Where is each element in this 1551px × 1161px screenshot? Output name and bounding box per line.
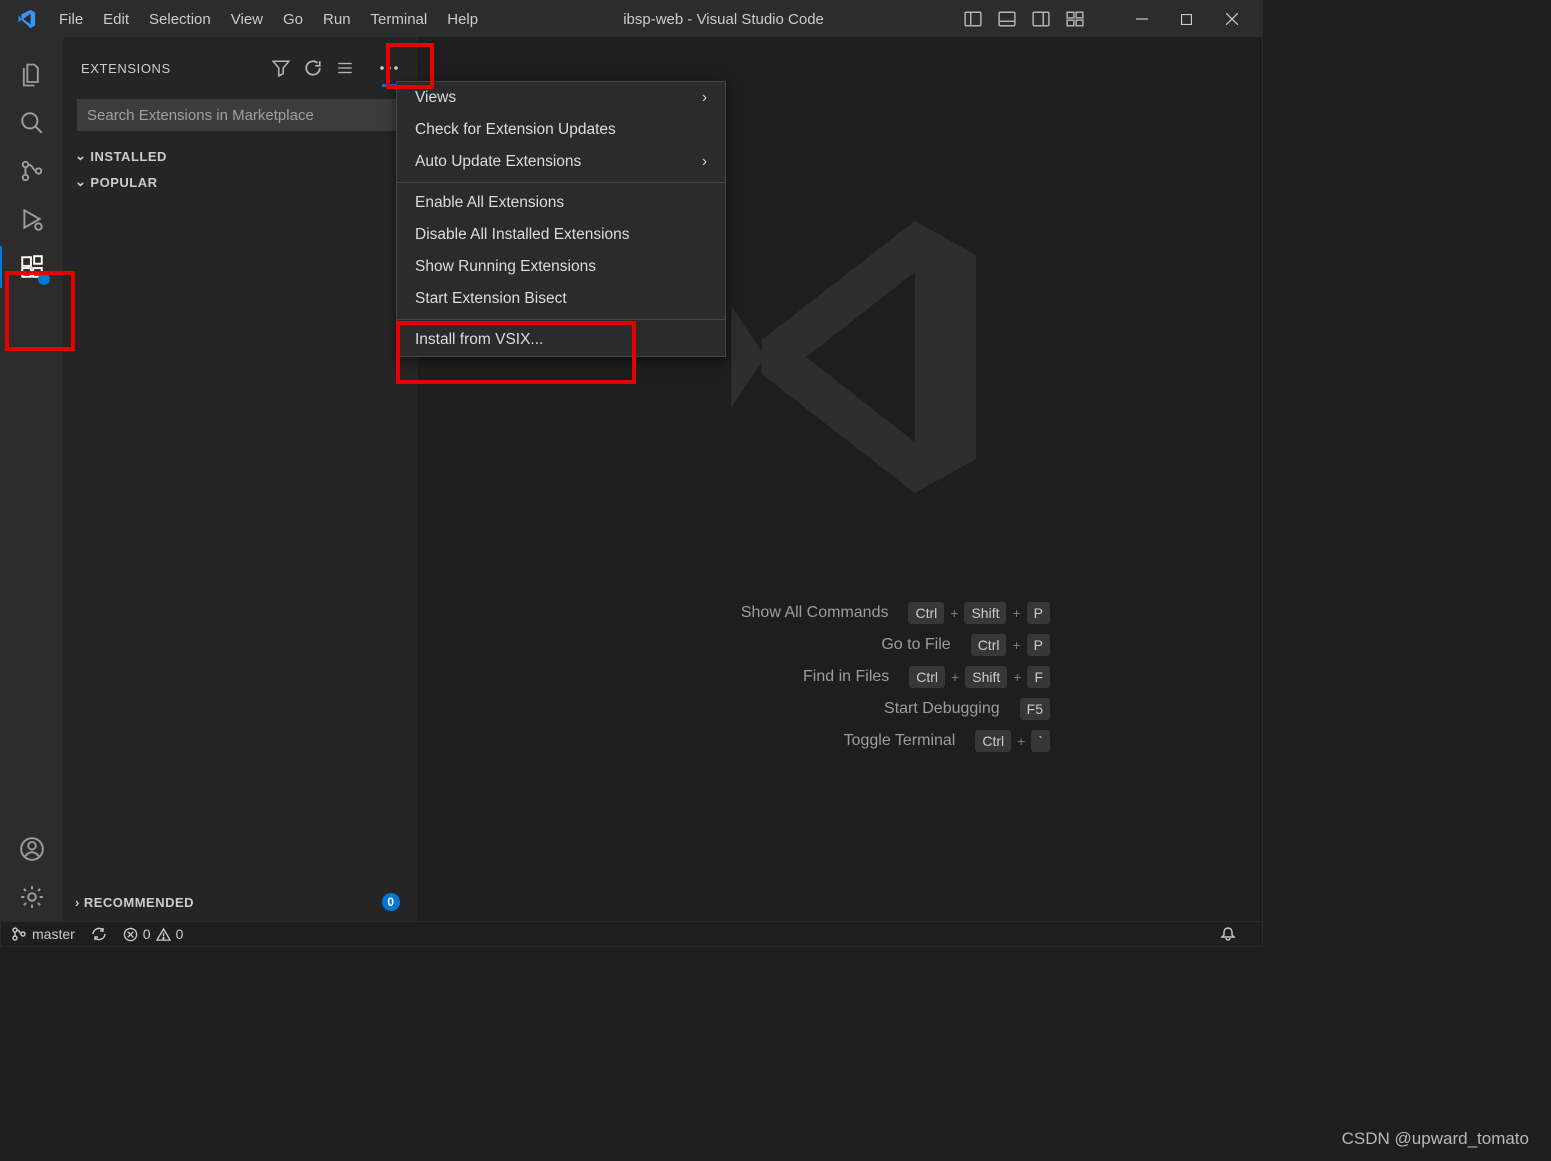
extensions-update-badge-icon (38, 273, 50, 285)
window-controls (1119, 1, 1254, 37)
cmd-find-in-files: Find in Files Ctrl+Shift+F (630, 666, 1050, 688)
activity-accounts-icon[interactable] (15, 832, 49, 866)
menu-view[interactable]: View (221, 8, 273, 31)
section-recommended-label: RECOMMENDED (84, 895, 194, 910)
menu-selection[interactable]: Selection (139, 8, 221, 31)
layout-primary-sidebar-icon[interactable] (964, 10, 982, 28)
layout-secondary-sidebar-icon[interactable] (1032, 10, 1050, 28)
menu-run[interactable]: Run (313, 8, 361, 31)
menu-help[interactable]: Help (437, 8, 488, 31)
cmd-go-to-file: Go to File Ctrl+P (630, 634, 1050, 656)
menu-edit[interactable]: Edit (93, 8, 139, 31)
status-notifications[interactable] (1220, 926, 1236, 942)
chevron-right-icon: › (75, 895, 80, 910)
chevron-right-icon: › (702, 153, 707, 171)
cmd-toggle-terminal: Toggle Terminal Ctrl+` (630, 730, 1050, 752)
chevron-down-icon: ⌄ (75, 148, 86, 164)
section-installed[interactable]: ⌄ INSTALLED (63, 143, 418, 169)
section-popular[interactable]: ⌄ POPULAR (63, 169, 418, 195)
activity-settings-icon[interactable] (15, 880, 49, 914)
more-actions-button[interactable] (376, 55, 402, 81)
chevron-right-icon: › (702, 89, 707, 107)
menu-separator (397, 182, 725, 183)
filter-icon[interactable] (272, 59, 290, 77)
cmd-show-all-commands: Show All Commands Ctrl+Shift+P (630, 602, 1050, 624)
sidepanel-title: EXTENSIONS (81, 61, 272, 76)
menu-terminal[interactable]: Terminal (361, 8, 438, 31)
menu-install-vsix[interactable]: Install from VSIX... (397, 324, 725, 356)
activity-source-control-icon[interactable] (15, 154, 49, 188)
status-branch[interactable]: master (11, 926, 75, 942)
menu-extension-bisect[interactable]: Start Extension Bisect (397, 283, 725, 315)
title-layout-controls (959, 10, 1089, 28)
search-extensions-input[interactable] (77, 99, 404, 131)
titlebar: File Edit Selection View Go Run Terminal… (1, 1, 1262, 37)
activity-explorer-icon[interactable] (15, 58, 49, 92)
section-popular-label: POPULAR (90, 175, 157, 190)
activity-extensions-icon[interactable] (15, 250, 49, 284)
menu-file[interactable]: File (49, 8, 93, 31)
activity-run-debug-icon[interactable] (15, 202, 49, 236)
activity-bar (1, 37, 63, 921)
section-installed-label: INSTALLED (90, 149, 166, 164)
menu-views[interactable]: Views› (397, 82, 725, 114)
menu-disable-all[interactable]: Disable All Installed Extensions (397, 219, 725, 251)
menu-show-running[interactable]: Show Running Extensions (397, 251, 725, 283)
close-button[interactable] (1209, 1, 1254, 37)
minimize-button[interactable] (1119, 1, 1164, 37)
window-title: ibsp-web - Visual Studio Code (488, 11, 959, 28)
cmd-start-debugging: Start Debugging F5 (630, 698, 1050, 720)
activity-search-icon[interactable] (15, 106, 49, 140)
vscode-logo-icon (15, 8, 37, 30)
layout-customize-icon[interactable] (1066, 10, 1084, 28)
quick-commands: Show All Commands Ctrl+Shift+P Go to Fil… (630, 592, 1050, 762)
section-recommended[interactable]: › RECOMMENDED 0 (63, 888, 418, 921)
refresh-icon[interactable] (304, 59, 322, 77)
watermark-text: CSDN @upward_tomato (1342, 1129, 1529, 1149)
menu-separator (397, 319, 725, 320)
menu-enable-all[interactable]: Enable All Extensions (397, 187, 725, 219)
statusbar: master 0 0 (1, 921, 1262, 946)
search-extensions-field[interactable] (87, 107, 394, 124)
layout-panel-icon[interactable] (998, 10, 1016, 28)
menu-check-updates[interactable]: Check for Extension Updates (397, 114, 725, 146)
maximize-button[interactable] (1164, 1, 1209, 37)
extensions-more-menu: Views› Check for Extension Updates Auto … (396, 81, 726, 357)
clear-icon[interactable] (336, 59, 354, 77)
status-problems[interactable]: 0 0 (123, 926, 184, 942)
chevron-down-icon: ⌄ (75, 174, 86, 190)
status-sync[interactable] (91, 926, 107, 942)
menu-go[interactable]: Go (273, 8, 313, 31)
recommended-count-badge: 0 (382, 893, 400, 911)
menu-auto-update[interactable]: Auto Update Extensions› (397, 146, 725, 178)
extensions-sidepanel: EXTENSIONS ⌄ INSTALLED ⌄ (63, 37, 418, 921)
